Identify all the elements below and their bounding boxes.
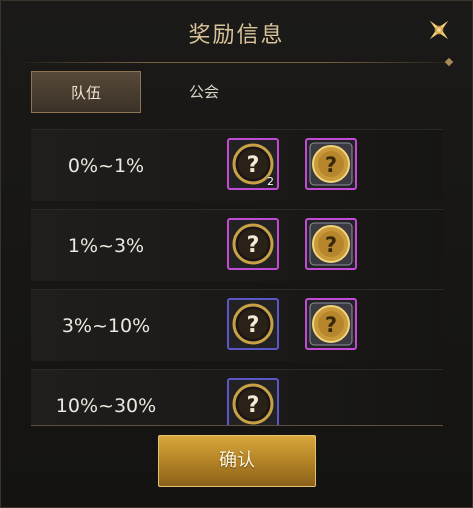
reward-item-chest[interactable]: ? bbox=[227, 218, 279, 270]
reward-item-chest[interactable]: ? bbox=[227, 378, 279, 425]
mystery-chest-icon: ? bbox=[232, 383, 274, 425]
reward-row: 3%~10% ? ? bbox=[31, 289, 443, 361]
svg-text:?: ? bbox=[247, 393, 260, 418]
reward-row: 1%~3% ? ? bbox=[31, 209, 443, 281]
svg-text:?: ? bbox=[325, 233, 337, 257]
dialog-title: 奖励信息 bbox=[188, 23, 285, 48]
reward-info-dialog: 奖励信息 队伍 公会 0%~1% ? 2 ? 1%~3% ? ? 3%~10% … bbox=[0, 0, 473, 508]
item-count: 2 bbox=[267, 175, 274, 188]
mystery-chest-icon: ? bbox=[232, 223, 274, 265]
reward-item-chest[interactable]: ? bbox=[227, 298, 279, 350]
svg-text:?: ? bbox=[325, 153, 337, 177]
title-divider bbox=[25, 62, 448, 63]
reward-item-chest[interactable]: ? 2 bbox=[227, 138, 279, 190]
mystery-coin-icon: ? bbox=[309, 142, 353, 186]
confirm-button[interactable]: 确认 bbox=[158, 435, 316, 487]
close-star-icon bbox=[429, 20, 449, 40]
mystery-coin-icon: ? bbox=[309, 302, 353, 346]
mystery-coin-icon: ? bbox=[309, 222, 353, 266]
rank-range: 0%~1% bbox=[67, 155, 145, 177]
reward-item-coin[interactable]: ? bbox=[305, 218, 357, 270]
svg-text:?: ? bbox=[247, 313, 260, 338]
svg-text:?: ? bbox=[247, 233, 260, 258]
close-button[interactable] bbox=[424, 15, 454, 45]
svg-text:?: ? bbox=[325, 313, 337, 337]
rank-range: 3%~10% bbox=[61, 315, 151, 337]
rank-range: 1%~3% bbox=[67, 235, 145, 257]
reward-item-coin[interactable]: ? bbox=[305, 298, 357, 350]
reward-item-coin[interactable]: ? bbox=[305, 138, 357, 190]
tab-team[interactable]: 队伍 bbox=[31, 71, 141, 113]
rank-range: 10%~30% bbox=[55, 395, 157, 417]
svg-text:?: ? bbox=[247, 153, 260, 178]
reward-row: 0%~1% ? 2 ? bbox=[31, 129, 443, 201]
list-divider bbox=[31, 425, 443, 426]
tab-guild[interactable]: 公会 bbox=[149, 71, 259, 113]
reward-row: 10%~30% ? bbox=[31, 369, 443, 425]
mystery-chest-icon: ? bbox=[232, 303, 274, 345]
reward-list[interactable]: 0%~1% ? 2 ? 1%~3% ? ? 3%~10% ? ? 10%~30%… bbox=[31, 129, 443, 425]
